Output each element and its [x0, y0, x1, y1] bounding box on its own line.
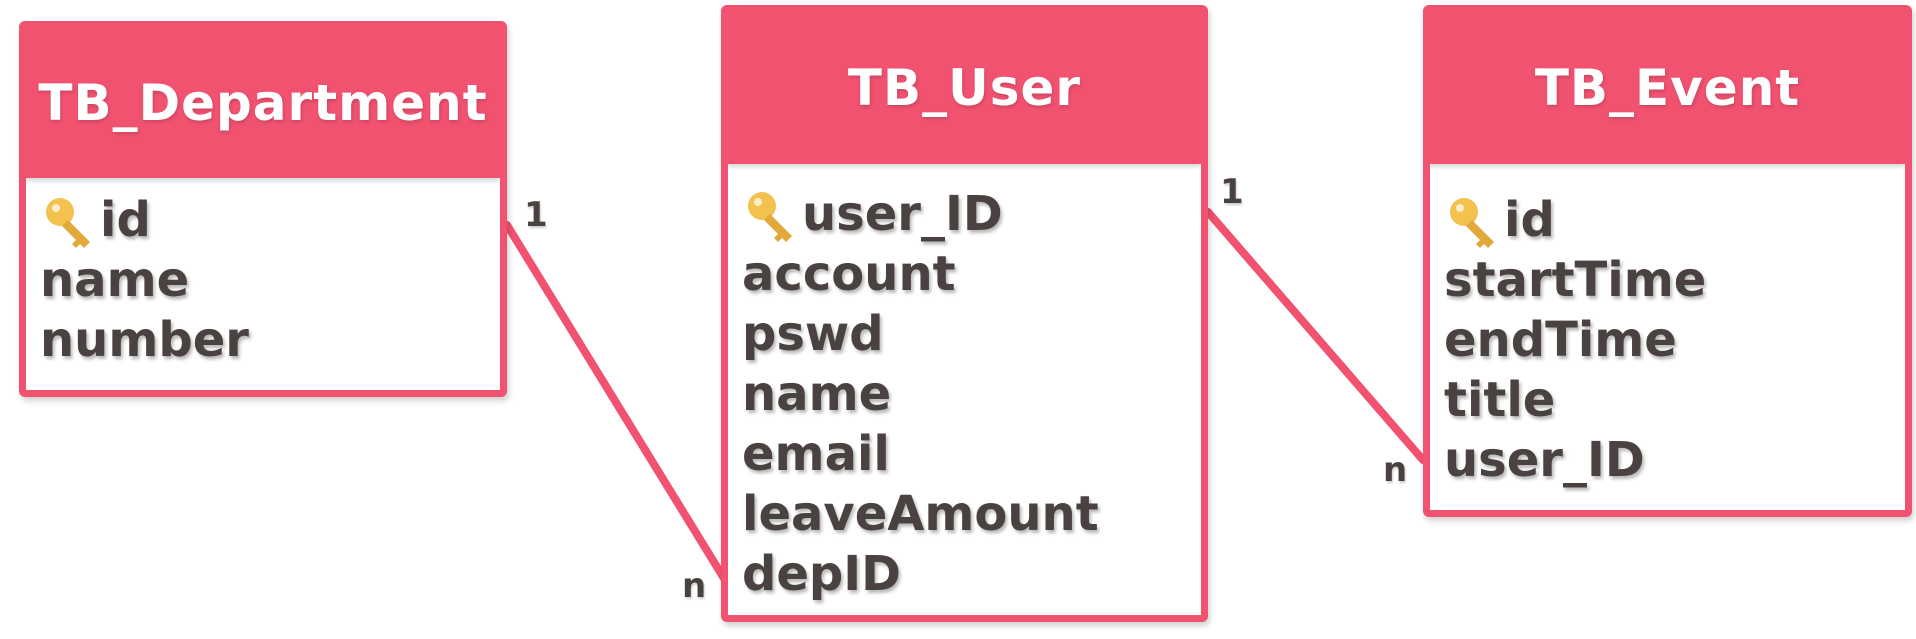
field-name: user_ID [802, 186, 1003, 242]
field-row-primary-key: user_ID [742, 184, 1201, 244]
user-cardinality-one: 1 [1220, 172, 1244, 212]
field-name: number [40, 312, 249, 368]
field-name: title [1444, 372, 1556, 428]
table-title: TB_Department [38, 74, 488, 132]
table-department[interactable]: TB_Department id name number [19, 21, 507, 397]
field-row-primary-key: id [1444, 190, 1905, 250]
field-list: id startTime endTime title user_ID [1430, 164, 1905, 490]
field-row-primary-key: id [40, 190, 500, 250]
field-row: email [742, 424, 1201, 484]
field-row: number [40, 310, 500, 370]
field-row: name [40, 250, 500, 310]
field-row: leaveAmount [742, 484, 1201, 544]
field-name: endTime [1444, 312, 1677, 368]
field-row: title [1444, 370, 1905, 430]
field-row: name [742, 364, 1201, 424]
user-cardinality-many: n [682, 566, 707, 606]
field-row: depID [742, 544, 1201, 604]
field-name: name [40, 252, 190, 308]
field-name: leaveAmount [742, 486, 1099, 542]
table-header: TB_Department [26, 28, 500, 178]
table-event[interactable]: TB_Event id startTime endTime title user… [1423, 5, 1912, 517]
key-icon [46, 198, 90, 248]
table-header: TB_Event [1430, 12, 1905, 164]
field-name: depID [742, 546, 901, 602]
field-name: account [742, 246, 956, 302]
field-name: startTime [1444, 252, 1707, 308]
field-name: email [742, 426, 890, 482]
key-icon [1450, 198, 1494, 248]
field-name: id [100, 192, 151, 248]
table-title: TB_User [847, 59, 1082, 117]
field-row: startTime [1444, 250, 1905, 310]
field-row: user_ID [1444, 430, 1905, 490]
table-title: TB_Event [1534, 59, 1801, 117]
table-header: TB_User [728, 12, 1201, 164]
event-cardinality-many: n [1383, 450, 1408, 490]
table-user[interactable]: TB_User user_ID account pswd name email … [721, 5, 1208, 622]
field-list: id name number [26, 178, 500, 370]
field-list: user_ID account pswd name email leaveAmo… [728, 164, 1201, 604]
field-name: user_ID [1444, 432, 1645, 488]
field-row: account [742, 244, 1201, 304]
field-name: name [742, 366, 892, 422]
department-user-connector [503, 221, 729, 584]
key-icon [748, 192, 792, 242]
field-name: id [1504, 192, 1555, 248]
user-event-connector [1204, 208, 1427, 464]
field-name: pswd [742, 306, 884, 362]
field-row: endTime [1444, 310, 1905, 370]
department-cardinality-one: 1 [524, 195, 548, 235]
field-row: pswd [742, 304, 1201, 364]
